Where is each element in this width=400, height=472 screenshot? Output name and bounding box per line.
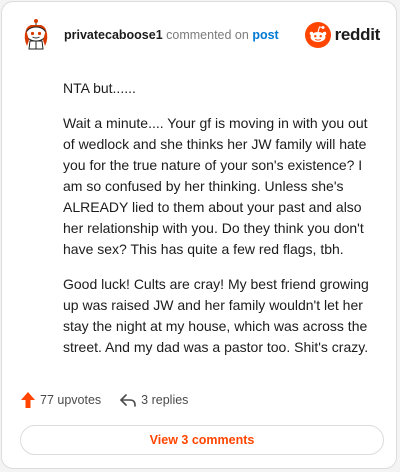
view-comments-button[interactable]: View 3 comments	[20, 425, 384, 455]
comment-paragraph: Wait a minute.... Your gf is moving in w…	[63, 115, 368, 257]
upvote-arrow-icon	[21, 392, 35, 408]
reddit-brand[interactable]: reddit	[304, 22, 381, 48]
byline-verb: commented on	[166, 28, 249, 42]
snoo-avatar-icon	[24, 19, 48, 50]
comment-paragraph: Good luck! Cults are cray! My best frien…	[63, 276, 369, 355]
reply-arrow-icon	[120, 394, 136, 407]
replies-button[interactable]: 3 replies	[119, 392, 188, 408]
reply-count: 3 replies	[141, 393, 189, 407]
comment-body: NTA but...... Wait a minute.... Your gf …	[63, 78, 383, 372]
comment-header: privatecaboose1 commented on post reddit	[22, 18, 380, 54]
comment-actions: 77 upvotes 3 replies	[20, 390, 206, 410]
username[interactable]: privatecaboose1	[64, 28, 163, 42]
reddit-logo-icon	[304, 22, 331, 48]
comment-paragraph: NTA but......	[63, 80, 136, 96]
reddit-wordmark: reddit	[334, 25, 381, 44]
upvote-button[interactable]: 77 upvotes	[20, 391, 101, 409]
comment-card: privatecaboose1 commented on post reddit…	[1, 1, 397, 469]
comment-byline: privatecaboose1 commented on post	[64, 28, 279, 42]
post-link[interactable]: post	[252, 28, 278, 42]
user-avatar[interactable]	[22, 18, 50, 50]
upvote-count: 77 upvotes	[40, 393, 102, 407]
